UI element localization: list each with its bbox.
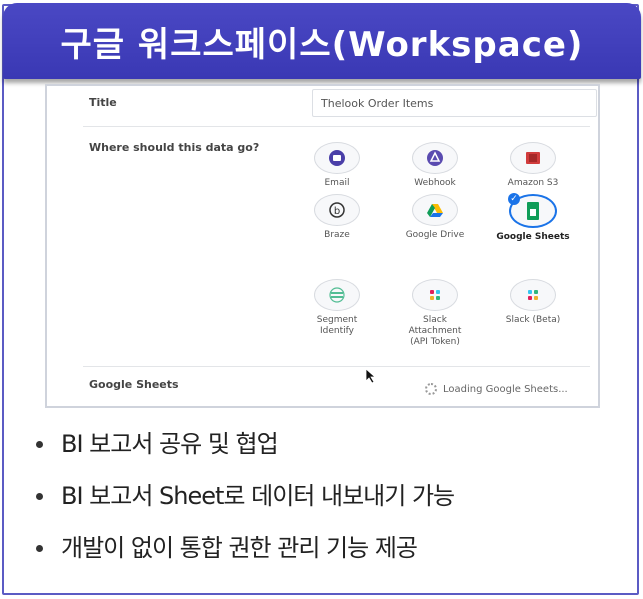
segment-icon [314, 279, 360, 311]
divider [83, 366, 590, 367]
slack-icon [510, 279, 556, 311]
google-sheets-section-label: Google Sheets [89, 378, 179, 391]
divider [83, 126, 590, 127]
destination-google-drive[interactable]: Google Drive [390, 194, 480, 241]
amazon-s3-icon [510, 142, 556, 174]
slide-title: 구글 워크스페이스(Workspace) [60, 24, 584, 65]
checkmark-icon: ✓ [508, 193, 520, 205]
destination-amazon-s3[interactable]: Amazon S3 [488, 142, 578, 189]
send-form-screenshot: Title Where should this data go? Email W… [45, 84, 600, 408]
spinner-icon [425, 383, 437, 395]
destination-label-slack-beta: Slack (Beta) [505, 315, 561, 325]
destination-braze[interactable]: b Braze [292, 194, 382, 241]
destination-label-braze: Braze [324, 230, 350, 240]
destination-webhook[interactable]: Webhook [390, 142, 480, 189]
webhook-icon [412, 142, 458, 174]
title-banner: 구글 워크스페이스(Workspace) [3, 3, 641, 79]
bullet-icon [36, 544, 43, 552]
destination-label-amazon-s3: Amazon S3 [507, 178, 559, 188]
mouse-cursor-icon [365, 368, 377, 384]
destination-label: Where should this data go? [89, 141, 260, 154]
destination-label-webhook: Webhook [414, 178, 456, 188]
destination-label-segment: Segment Identify [316, 315, 358, 336]
email-icon [314, 142, 360, 174]
svg-text:b: b [334, 206, 340, 217]
destination-segment-identify[interactable]: Segment Identify [292, 279, 382, 337]
destination-email[interactable]: Email [292, 142, 382, 189]
destination-label-email: Email [324, 178, 350, 188]
list-item-text: 개발이 없이 통합 권한 관리 기능 제공 [61, 534, 418, 562]
list-item: BI 보고서 Sheet로 데이터 내보내기 가능 [36, 470, 455, 522]
destination-label-slack-attachment: Slack Attachment (API Token) [408, 315, 462, 347]
feature-list: BI 보고서 공유 및 협업 BI 보고서 Sheet로 데이터 내보내기 가능… [36, 418, 455, 574]
destination-label-google-sheets: Google Sheets [496, 232, 570, 242]
google-sheets-icon: ✓ [508, 193, 557, 228]
destination-label-google-drive: Google Drive [405, 230, 465, 240]
list-item-text: BI 보고서 Sheet로 데이터 내보내기 가능 [61, 482, 455, 510]
braze-icon: b [314, 194, 360, 226]
list-item: 개발이 없이 통합 권한 관리 기능 제공 [36, 522, 454, 574]
google-drive-icon [412, 194, 458, 226]
slack-icon [412, 279, 458, 311]
list-item-text: BI 보고서 공유 및 협업 [61, 430, 279, 458]
destination-slack-beta[interactable]: Slack (Beta) [488, 279, 578, 326]
loading-text: Loading Google Sheets... [443, 383, 568, 395]
title-input[interactable] [312, 89, 597, 117]
list-item: BI 보고서 공유 및 협업 [36, 418, 454, 470]
title-label: Title [89, 96, 117, 109]
bullet-icon [36, 492, 43, 500]
loading-indicator: Loading Google Sheets... [425, 383, 568, 395]
bullet-icon [36, 440, 43, 448]
destination-google-sheets[interactable]: ✓ Google Sheets [488, 193, 578, 243]
destination-slack-attachment[interactable]: Slack Attachment (API Token) [390, 279, 480, 348]
